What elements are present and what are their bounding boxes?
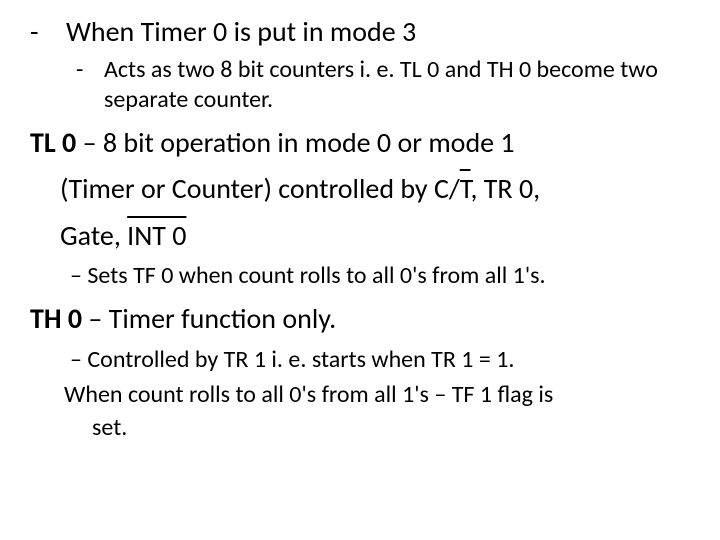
tl0-heading: TL 0 – 8 bit operation in mode 0 or mode… [30, 125, 690, 161]
slide: - When Timer 0 is put in mode 3 - Acts a… [0, 0, 720, 540]
tl0-line2: (Timer or Counter) controlled by C/T, TR… [30, 171, 690, 207]
th0-rest: – Timer function only. [82, 301, 336, 336]
bullet-dash: - [76, 55, 104, 85]
tl0-line2b: , TR 0, [470, 171, 540, 206]
bullet-level1: - When Timer 0 is put in mode 3 [30, 14, 690, 49]
bullet-level2: - Acts as two 8 bit counters i. e. TL 0 … [76, 55, 690, 115]
tl0-sub: – Sets TF 0 when count rolls to all 0's … [70, 260, 690, 291]
bullet-dash: - [30, 14, 66, 49]
th0-lead: TH 0 [30, 301, 82, 336]
tl0-line2a: (Timer or Counter) controlled by C/ [60, 171, 460, 206]
bullet-text: When Timer 0 is put in mode 3 [66, 14, 690, 49]
tl0-overline-int0: INT 0 [127, 218, 186, 253]
tl0-lead: TL 0 [30, 125, 76, 160]
th0-heading: TH 0 – Timer function only. [30, 301, 690, 337]
tl0-rest1: – 8 bit operation in mode 0 or mode 1 [76, 125, 514, 160]
th0-sub-line3: set. [92, 412, 690, 443]
tl0-line3a: Gate, [60, 218, 127, 253]
bullet-text: Acts as two 8 bit counters i. e. TL 0 an… [104, 55, 690, 115]
th0-sub-line2: When count rolls to all 0's from all 1's… [64, 379, 690, 410]
tl0-line3: Gate, INT 0 [30, 218, 690, 254]
tl0-overline-T: T [460, 171, 471, 206]
th0-sub-line1: – Controlled by TR 1 i. e. starts when T… [70, 344, 690, 375]
